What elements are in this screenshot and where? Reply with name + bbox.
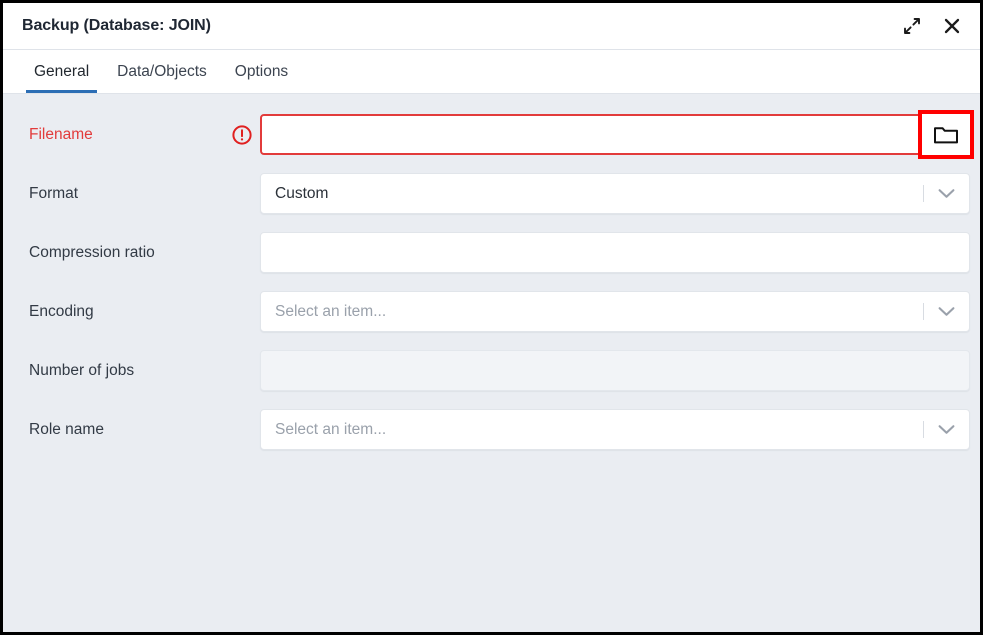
role-name-select[interactable] — [260, 409, 970, 450]
number-of-jobs-input — [260, 350, 970, 391]
role-name-field-wrap — [260, 409, 970, 450]
number-of-jobs-label: Number of jobs — [29, 362, 224, 380]
form-row-format: Format — [3, 164, 980, 223]
titlebar-actions — [898, 12, 966, 40]
expand-diagonal-icon[interactable] — [898, 12, 926, 40]
dialog-titlebar: Backup (Database: JOIN) — [3, 3, 980, 50]
form-row-filename: Filename — [3, 105, 980, 164]
tab-options[interactable]: Options — [221, 50, 302, 93]
filename-input[interactable] — [260, 114, 970, 155]
tab-data-objects[interactable]: Data/Objects — [103, 50, 221, 93]
close-icon[interactable] — [938, 12, 966, 40]
folder-icon — [933, 124, 959, 145]
compression-ratio-field-wrap — [260, 232, 970, 273]
format-select[interactable] — [260, 173, 970, 214]
encoding-select[interactable] — [260, 291, 970, 332]
chevron-down-icon — [938, 424, 955, 435]
filename-error-slot — [224, 124, 260, 146]
compression-ratio-input[interactable] — [260, 232, 970, 273]
tab-data-objects-label: Data/Objects — [117, 63, 207, 81]
dialog-title: Backup (Database: JOIN) — [22, 17, 211, 35]
encoding-dropdown-toggle[interactable] — [923, 291, 970, 332]
form-row-compression-ratio: Compression ratio — [3, 223, 980, 282]
chevron-down-icon — [938, 188, 955, 199]
form-row-encoding: Encoding — [3, 282, 980, 341]
encoding-label: Encoding — [29, 303, 224, 321]
role-name-dropdown-toggle[interactable] — [923, 409, 970, 450]
backup-dialog: Backup (Database: JOIN) General — [3, 3, 980, 632]
error-exclamation-icon — [231, 124, 253, 146]
general-tab-panel: Filename — [3, 94, 980, 632]
format-dropdown-toggle[interactable] — [923, 173, 970, 214]
role-name-caret-separator — [923, 421, 924, 438]
format-label: Format — [29, 185, 224, 203]
role-name-label: Role name — [29, 421, 224, 439]
dialog-tabbar: General Data/Objects Options — [3, 50, 980, 94]
tab-general-label: General — [34, 63, 89, 81]
format-caret-separator — [923, 185, 924, 202]
compression-ratio-label: Compression ratio — [29, 244, 224, 262]
filename-label: Filename — [29, 126, 224, 144]
tab-options-label: Options — [235, 63, 288, 81]
encoding-caret-separator — [923, 303, 924, 320]
filename-field-wrap — [260, 114, 970, 155]
tab-general[interactable]: General — [20, 50, 103, 93]
form-row-number-of-jobs: Number of jobs — [3, 341, 980, 400]
number-of-jobs-field-wrap — [260, 350, 970, 391]
filename-browse-button[interactable] — [918, 110, 974, 159]
screenshot-frame: Backup (Database: JOIN) General — [0, 0, 983, 635]
form-row-role-name: Role name — [3, 400, 980, 459]
encoding-field-wrap — [260, 291, 970, 332]
format-field-wrap — [260, 173, 970, 214]
chevron-down-icon — [938, 306, 955, 317]
